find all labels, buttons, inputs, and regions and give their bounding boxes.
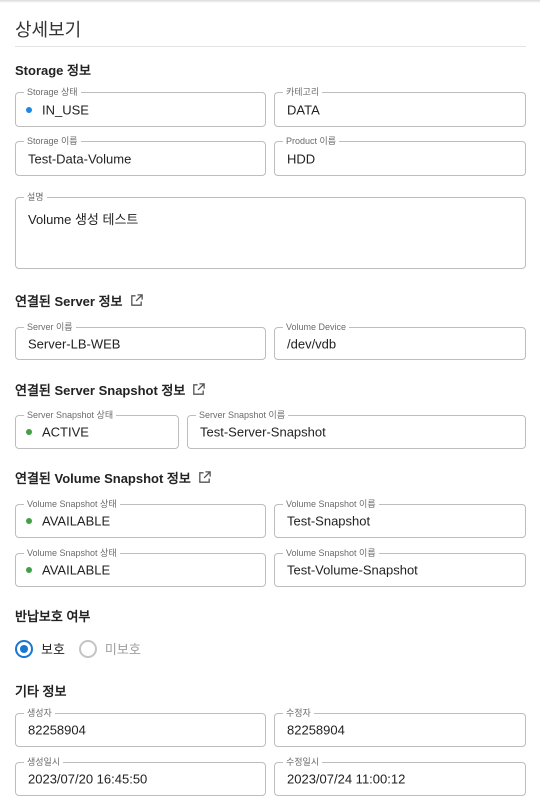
- server-snapshot-status-field: Server Snapshot 상태 ACTIVE: [15, 409, 179, 449]
- protection-radio-unprotected[interactable]: 미보호: [78, 639, 141, 658]
- section-title-server-snapshot-text: 연결된 Server Snapshot 정보: [15, 383, 186, 398]
- volume-snapshot-status-label: Volume Snapshot 상태: [24, 547, 120, 559]
- product-name-label: Product 이름: [283, 135, 340, 147]
- server-snapshot-name-value: Test-Server-Snapshot: [200, 424, 326, 440]
- modified-at-field: 수정일시 2023/07/24 11:00:12: [274, 756, 526, 796]
- volume-snapshot-name-field: Volume Snapshot 이름 Test-Snapshot: [274, 498, 526, 538]
- radio-unchecked-icon[interactable]: [78, 639, 97, 658]
- volume-snapshot-status-field: Volume Snapshot 상태 AVAILABLE: [15, 547, 266, 587]
- volume-snapshot-status-value: AVAILABLE: [42, 562, 111, 578]
- product-name-field: Product 이름 HDD: [274, 135, 526, 176]
- status-dot-icon: [26, 518, 32, 524]
- title-divider: [15, 46, 526, 47]
- radio-checked-icon[interactable]: [15, 639, 33, 658]
- volume-device-label: Volume Device: [283, 321, 350, 333]
- category-value: DATA: [287, 102, 320, 117]
- volume-snapshot-name-label: Volume Snapshot 이름: [283, 498, 379, 510]
- server-snapshot-name-label: Server Snapshot 이름: [196, 409, 289, 421]
- server-name-label: Server 이름: [24, 321, 76, 333]
- protection-radio-group: 보호 미보호: [15, 639, 155, 658]
- external-link-icon[interactable]: [197, 470, 212, 485]
- section-title-volume-snapshot-text: 연결된 Volume Snapshot 정보: [15, 471, 191, 486]
- created-at-label: 생성일시: [24, 756, 64, 768]
- volume-snapshot-name-value: Test-Volume-Snapshot: [287, 562, 418, 578]
- volume-snapshot-name-field: Volume Snapshot 이름 Test-Volume-Snapshot: [274, 547, 526, 587]
- server-snapshot-status-label: Server Snapshot 상태: [24, 409, 117, 421]
- product-name-value: HDD: [287, 151, 316, 166]
- created-at-field: 생성일시 2023/07/20 16:45:50: [15, 756, 266, 796]
- section-title-etc-text: 기타 정보: [15, 684, 67, 699]
- section-title-volume-snapshot: 연결된 Volume Snapshot 정보: [15, 468, 212, 487]
- created-at-value: 2023/07/20 16:45:50: [28, 771, 148, 787]
- category-field: 카테고리 DATA: [274, 86, 526, 127]
- radio-label: 보호: [41, 642, 65, 657]
- storage-status-value: IN_USE: [42, 102, 89, 117]
- status-dot-icon: [26, 567, 32, 573]
- top-shadow: [0, 0, 540, 3]
- creator-value: 82258904: [28, 722, 86, 738]
- volume-snapshot-name-label: Volume Snapshot 이름: [283, 547, 379, 559]
- server-name-value: Server-LB-WEB: [28, 336, 121, 351]
- radio-label: 미보호: [104, 642, 141, 657]
- storage-name-label: Storage 이름: [24, 135, 81, 147]
- section-title-protection-text: 반납보호 여부: [15, 609, 91, 624]
- storage-name-field: Storage 이름 Test-Data-Volume: [15, 135, 266, 176]
- external-link-icon[interactable]: [129, 293, 144, 308]
- section-title-server: 연결된 Server 정보: [15, 291, 144, 310]
- section-title-server-snapshot: 연결된 Server Snapshot 정보: [15, 380, 206, 399]
- modifier-value: 82258904: [287, 722, 345, 738]
- description-label: 설명: [24, 191, 47, 203]
- section-title-protection: 반납보호 여부: [15, 606, 90, 625]
- description-value: Volume 생성 테스트: [28, 212, 139, 227]
- volume-device-value: /dev/vdb: [287, 336, 337, 351]
- volume-snapshot-status-field: Volume Snapshot 상태 AVAILABLE: [15, 498, 266, 538]
- section-title-server-text: 연결된 Server 정보: [15, 294, 123, 309]
- category-label: 카테고리: [283, 86, 323, 98]
- modifier-label: 수정자: [283, 707, 314, 719]
- status-dot-icon: [26, 429, 32, 435]
- storage-status-label: Storage 상태: [24, 86, 81, 98]
- volume-snapshot-status-label: Volume Snapshot 상태: [24, 498, 120, 510]
- creator-field: 생성자 82258904: [15, 707, 266, 747]
- protection-radio-protected[interactable]: 보호: [15, 639, 65, 658]
- server-name-field: Server 이름 Server-LB-WEB: [15, 321, 266, 360]
- page-title: 상세보기: [15, 20, 82, 40]
- description-field: 설명 Volume 생성 테스트: [15, 191, 526, 269]
- section-title-storage-text: Storage 정보: [15, 63, 91, 78]
- external-link-icon[interactable]: [191, 382, 206, 397]
- modifier-field: 수정자 82258904: [274, 707, 526, 747]
- server-snapshot-status-value: ACTIVE: [42, 424, 89, 440]
- server-snapshot-name-field: Server Snapshot 이름 Test-Server-Snapshot: [187, 409, 526, 449]
- volume-snapshot-name-value: Test-Snapshot: [287, 513, 371, 529]
- creator-label: 생성자: [24, 707, 55, 719]
- modified-at-value: 2023/07/24 11:00:12: [287, 771, 406, 787]
- section-title-storage: Storage 정보: [15, 60, 91, 79]
- storage-status-field: Storage 상태 IN_USE: [15, 86, 266, 127]
- section-title-etc: 기타 정보: [15, 681, 66, 700]
- status-dot-icon: [26, 106, 32, 113]
- storage-name-value: Test-Data-Volume: [28, 151, 132, 166]
- modified-at-label: 수정일시: [283, 756, 323, 768]
- volume-snapshot-status-value: AVAILABLE: [42, 513, 111, 529]
- volume-device-field: Volume Device /dev/vdb: [274, 321, 526, 360]
